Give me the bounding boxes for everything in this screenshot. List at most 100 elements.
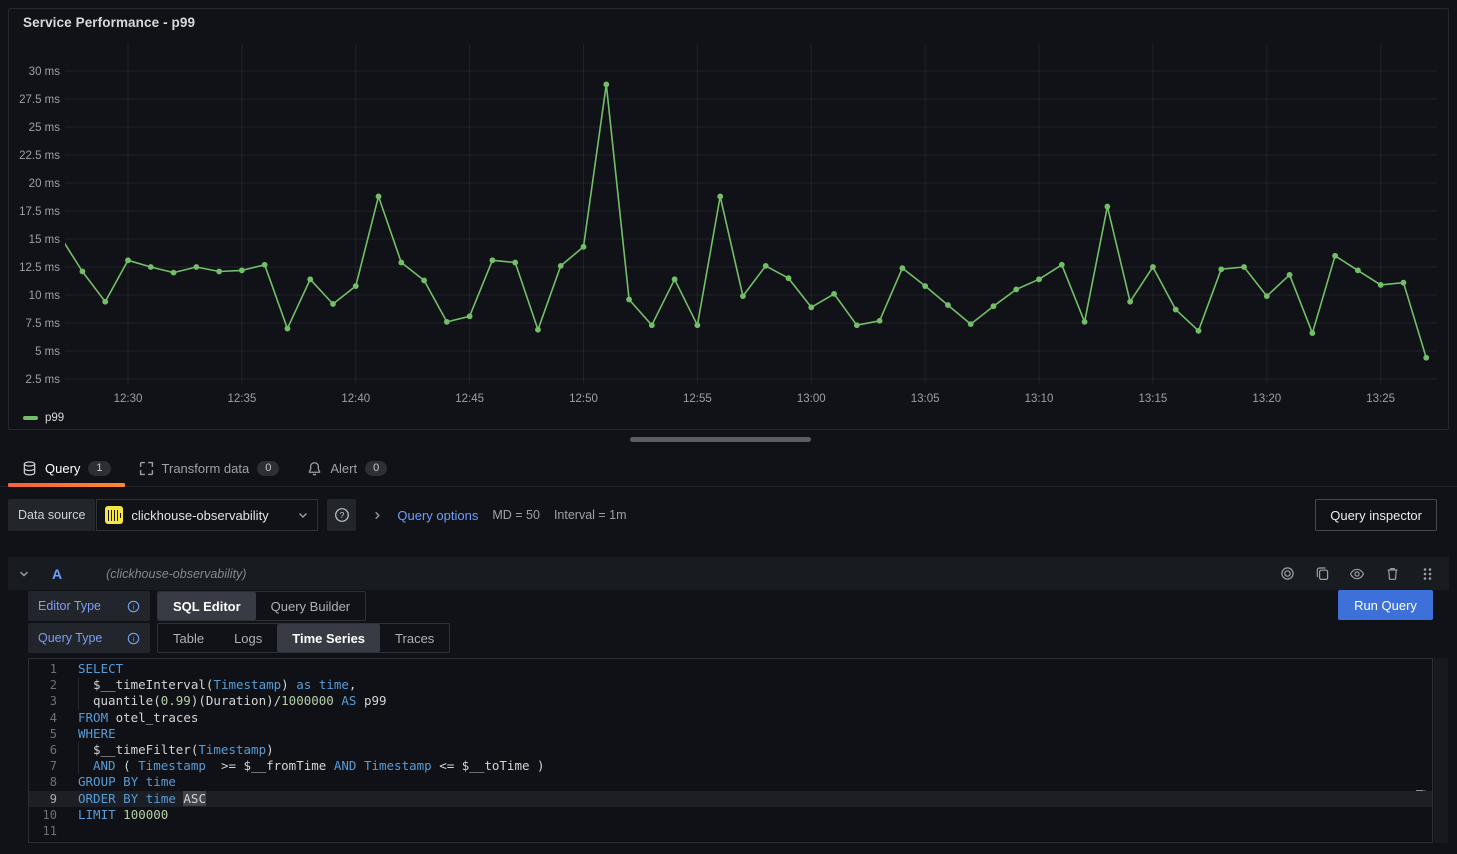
editor-scrollbar-track[interactable] [1434,658,1448,843]
query-inspector-button[interactable]: Query inspector [1315,499,1437,531]
disable-query-button[interactable] [1275,562,1299,586]
x-axis-tick-label: 13:20 [1252,393,1281,405]
tab-alert-count-badge: 0 [365,461,387,476]
line-number: 4 [29,710,57,726]
tab-query[interactable]: Query 1 [8,450,125,486]
indent-guide [78,677,79,693]
svg-text:i: i [133,604,135,611]
run-query-button[interactable]: Run Query [1338,590,1433,620]
copy-icon [1315,566,1330,581]
code-text: GROUP BY time [78,774,176,790]
code-line[interactable]: 5WHERE [29,726,1432,742]
datasource-label: Data source [8,499,95,531]
y-axis-tick-label: 27.5 ms [19,94,60,106]
tab-query-count-badge: 1 [88,461,110,476]
legend-item-p99[interactable]: p99 [23,412,64,424]
code-line[interactable]: 3quantile(0.99)(Duration)/1000000 AS p99 [29,693,1432,709]
code-line[interactable]: 8 GROUP BY time [29,774,1432,790]
timeseries-panel: 2.5 ms5 ms7.5 ms10 ms12.5 ms15 ms17.5 ms… [8,8,1449,430]
editor-type-field-label: Editor Type i [28,591,150,621]
x-axis-tick-label: 12:50 [569,393,598,405]
datasource-value: clickhouse-observability [131,508,289,523]
query-type-label: Query Type [38,631,102,645]
code-text: ORDER BY time ASC [78,791,206,807]
code-text: WHERE [78,726,116,742]
query-type-radio-group: Table Logs Time Series Traces [157,623,450,653]
tab-alert-label: Alert [330,461,357,476]
hide-response-button[interactable] [1345,562,1369,586]
collapse-chevron-icon[interactable] [18,568,30,580]
query-type-logs[interactable]: Logs [219,624,277,652]
clickhouse-logo-icon [105,506,123,524]
panel-horizontal-scrollbar[interactable] [630,437,811,442]
code-line[interactable]: 7AND ( Timestamp >= $__fromTime AND Time… [29,758,1432,774]
sql-code-editor[interactable]: 1 SELECT 2 $__timeInterval(Timestamp) as ti… [28,658,1433,843]
x-axis-tick-label: 13:05 [911,393,940,405]
editor-type-radio-group: SQL Editor Query Builder [157,591,366,621]
info-circle-icon: i [127,600,140,613]
query-type-traces[interactable]: Traces [380,624,449,652]
query-toolbar: Data source clickhouse-observability ? Q… [8,499,1449,531]
code-line[interactable]: 2 $__timeInterval(Timestamp) as time, [29,677,1432,693]
remove-query-button[interactable] [1380,562,1404,586]
x-axis-tick-label: 13:15 [1139,393,1168,405]
y-axis-tick-label: 20 ms [29,178,61,190]
y-axis-tick-label: 12.5 ms [19,262,60,274]
tab-alert[interactable]: Alert 0 [293,450,401,486]
x-axis-tick-label: 13:10 [1025,393,1054,405]
transform-icon [139,461,154,476]
x-axis-tick-label: 12:55 [683,393,712,405]
editor-type-row: Editor Type i SQL Editor Query Builder [28,591,366,621]
editor-type-label: Editor Type [38,599,101,613]
datasource-help-button[interactable]: ? [327,499,356,531]
x-axis-tick-label: 13:25 [1366,393,1395,405]
line-number: 7 [29,758,57,774]
query-type-table[interactable]: Table [158,624,219,652]
question-circle-icon: ? [334,507,350,523]
line-number: 1 [29,661,57,677]
legend-series-swatch [23,416,38,420]
y-axis-tick-label: 17.5 ms [19,206,60,218]
y-axis-tick-label: 30 ms [29,66,61,78]
panel-title: Service Performance - p99 [23,15,195,30]
indent-guide [78,758,79,774]
x-axis-tick-label: 13:00 [797,393,826,405]
tab-transform-data[interactable]: Transform data 0 [125,450,294,486]
editor-type-sql-editor[interactable]: SQL Editor [158,592,256,620]
interval-value: Interval = 1m [554,508,627,522]
query-options-toggle[interactable]: Query options [397,508,478,523]
legend-series-label: p99 [45,412,64,424]
code-line[interactable]: 9ORDER BY time ASC [29,791,1432,807]
line-number: 10 [29,807,57,823]
editor-tabs: Query 1 Transform data 0 Alert 0 [0,450,1457,487]
drag-handle[interactable] [1415,562,1439,586]
query-row-header[interactable]: A (clickhouse-observability) [8,557,1449,590]
indent-guide [78,693,79,709]
chevron-right-icon[interactable] [372,510,383,521]
query-type-field-label: Query Type i [28,623,150,653]
query-ref-id: A [52,566,62,582]
line-number: 2 [29,677,57,693]
query-type-time-series[interactable]: Time Series [277,624,380,652]
line-number: 6 [29,742,57,758]
code-text: SELECT [78,661,123,677]
editor-type-query-builder[interactable]: Query Builder [256,592,365,620]
code-line[interactable]: 4FROM otel_traces [29,710,1432,726]
code-line[interactable]: 11 [29,823,1432,839]
datasource-picker[interactable]: clickhouse-observability [96,499,318,531]
duplicate-query-button[interactable] [1310,562,1334,586]
code-text: quantile(0.99)(Duration)/1000000 AS p99 [78,693,387,709]
query-datasource-subtitle: (clickhouse-observability) [106,567,246,581]
code-text: $__timeInterval(Timestamp) as time, [78,677,356,693]
trash-icon [1385,566,1400,581]
max-datapoints-value: MD = 50 [492,508,540,522]
y-axis-tick-label: 25 ms [29,122,61,134]
timeseries-chart[interactable]: 2.5 ms5 ms7.5 ms10 ms12.5 ms15 ms17.5 ms… [9,9,1448,429]
code-text: $__timeFilter(Timestamp) [78,742,274,758]
line-number: 11 [29,823,57,839]
x-axis-tick-label: 12:45 [455,393,484,405]
code-line[interactable]: 10LIMIT 100000 [29,807,1432,823]
code-line[interactable]: 1 SELECT [29,661,1432,677]
line-number: 8 [29,774,57,790]
code-line[interactable]: 6 $__timeFilter(Timestamp) [29,742,1432,758]
